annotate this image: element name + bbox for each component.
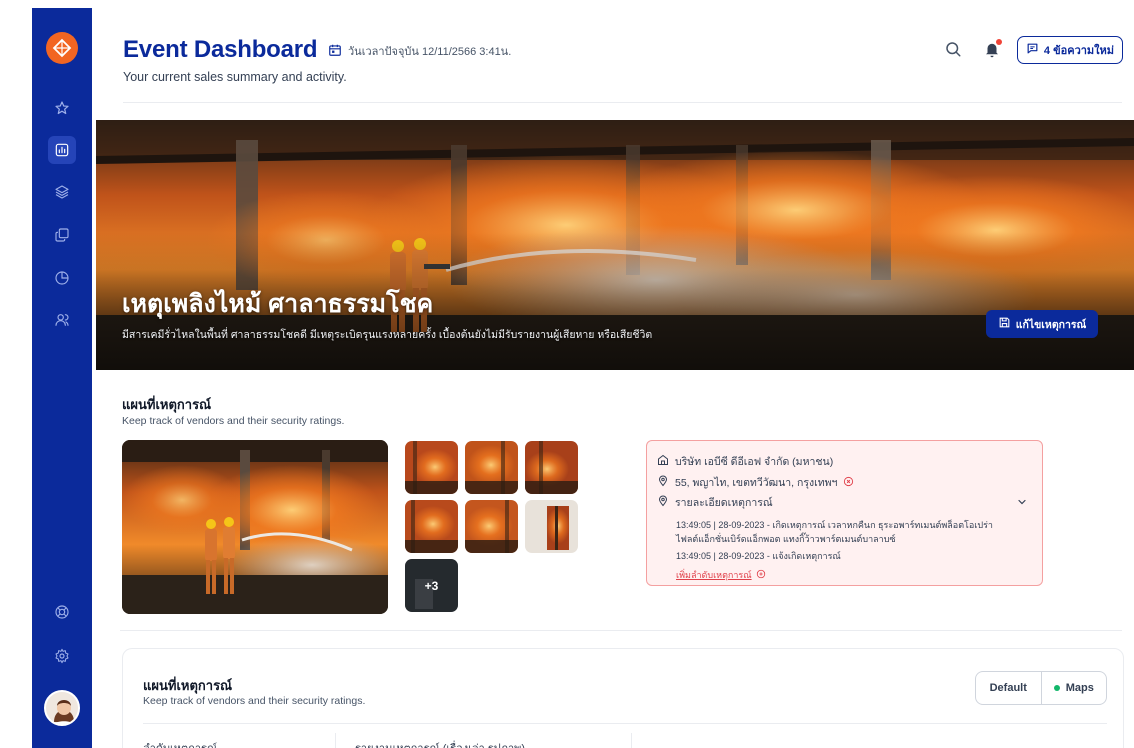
- building-icon: [657, 454, 669, 469]
- column-separator: [335, 733, 336, 748]
- page-title: Event Dashboard: [123, 36, 318, 63]
- notification-bell-icon[interactable]: [981, 38, 1003, 60]
- sidebar: [32, 8, 92, 748]
- sidebar-settings-icon[interactable]: [48, 642, 76, 670]
- address-row: 55, พญาไท, เขตทวีวัฒนา, กรุงเทพฯ: [657, 474, 854, 491]
- event-log-entry: ไฟลต์แอ็กชั่นเบิร์ดแอ็กพอต แทงกิ๊ว้าวพาร…: [676, 534, 896, 544]
- page-subtitle: Your current sales summary and activity.: [123, 70, 347, 84]
- event-map-card-subtitle: Keep track of vendors and their security…: [143, 695, 366, 707]
- event-photo-thumbnail[interactable]: [405, 500, 458, 553]
- sidebar-life-buoy-icon[interactable]: [48, 598, 76, 626]
- default-view-button[interactable]: Default: [976, 672, 1041, 704]
- company-name: บริษัท เอบีซี ดีอีเอฟ จำกัด (มหาชน): [675, 456, 834, 468]
- event-photo-thumbnail[interactable]: [525, 500, 578, 553]
- column-separator: [631, 733, 632, 748]
- more-photos-thumbnail[interactable]: +3: [405, 559, 458, 612]
- search-icon[interactable]: [942, 38, 964, 60]
- sidebar-pie-chart-icon[interactable]: [48, 264, 76, 292]
- event-info-card: บริษัท เอบีซี ดีอีเอฟ จำกัด (มหาชน) 55, …: [646, 440, 1043, 586]
- map-section-title: แผนที่เหตุการณ์: [122, 397, 212, 412]
- maps-view-button[interactable]: Maps: [1040, 672, 1107, 704]
- edit-event-button[interactable]: แก้ไขเหตุการณ์: [986, 310, 1098, 338]
- event-photo-thumbnail[interactable]: [465, 500, 518, 553]
- event-log-entry: 13:49:05 | 28-09-2023 - แจ้งเกิดเหตุการณ…: [676, 551, 841, 561]
- chevron-down-icon[interactable]: [1016, 495, 1028, 513]
- event-photo-thumbnail[interactable]: [405, 441, 458, 494]
- sidebar-star-icon[interactable]: [48, 94, 76, 122]
- calendar-icon: [328, 43, 342, 60]
- add-circle-icon: [756, 569, 766, 581]
- notification-dot: [996, 39, 1002, 45]
- sidebar-copy-icon[interactable]: [48, 221, 76, 249]
- add-event-log-link[interactable]: เพิ่มลำดับเหตุการณ์: [676, 568, 766, 582]
- header-divider: [123, 102, 1122, 103]
- active-dot-icon: [1053, 685, 1060, 691]
- close-circle-icon[interactable]: [843, 476, 854, 490]
- new-messages-label: 4 ข้อความใหม่: [1043, 45, 1115, 57]
- event-address: 55, พญาไท, เขตทวีวัฒนา, กรุงเทพฯ: [675, 477, 838, 489]
- datetime-text: วันเวลาปัจจุบัน 12/11/2566 3:41น.: [348, 46, 512, 58]
- section-divider: [120, 630, 1122, 631]
- column-header: ลำดับเหตุการณ์: [143, 739, 217, 748]
- default-view-label: Default: [989, 682, 1027, 694]
- app-logo-icon[interactable]: [46, 32, 78, 64]
- save-icon: [998, 316, 1011, 332]
- current-datetime: วันเวลาปัจจุบัน 12/11/2566 3:41น.: [328, 42, 511, 60]
- more-photos-label: +3: [424, 578, 439, 593]
- hero-title: เหตุเพลิงไหม้ ศาลาธรรมโชค: [122, 290, 434, 318]
- view-toggle: Default Maps: [975, 671, 1107, 705]
- event-photo-thumbnail[interactable]: [525, 441, 578, 494]
- user-avatar[interactable]: [44, 690, 80, 726]
- maps-view-label: Maps: [1065, 682, 1094, 694]
- sidebar-layers-icon[interactable]: [48, 178, 76, 206]
- new-messages-button[interactable]: 4 ข้อความใหม่: [1017, 36, 1123, 64]
- event-main-photo[interactable]: [122, 440, 388, 614]
- details-row[interactable]: รายละเอียดเหตุการณ์: [657, 494, 773, 511]
- hero-subtitle: มีสารเคมีรั่วไหลในพื้นที่ ศาลาธรรมโชคดี …: [122, 329, 653, 341]
- edit-event-label: แก้ไขเหตุการณ์: [1015, 318, 1087, 331]
- event-log-entry: 13:49:05 | 28-09-2023 - เกิดเหตุการณ์ เว…: [676, 520, 993, 530]
- card-divider: [143, 723, 1107, 724]
- map-section-subtitle: Keep track of vendors and their security…: [122, 415, 345, 427]
- details-label: รายละเอียดเหตุการณ์: [675, 497, 773, 509]
- event-map-card: แผนที่เหตุการณ์ Keep track of vendors an…: [122, 648, 1124, 748]
- location-pin-icon: [657, 475, 669, 490]
- message-icon: [1026, 42, 1039, 58]
- location-pin-icon: [657, 495, 669, 510]
- event-map-card-title: แผนที่เหตุการณ์: [143, 678, 233, 693]
- sidebar-users-icon[interactable]: [48, 306, 76, 334]
- add-event-log-label: เพิ่มลำดับเหตุการณ์: [676, 570, 752, 580]
- company-row: บริษัท เอบีซี ดีอีเอฟ จำกัด (มหาชน): [657, 453, 833, 470]
- sidebar-chart-icon[interactable]: [48, 136, 76, 164]
- column-header: รายงานเหตุการณ์ (เรื่องเล่า รูปภาพ): [355, 739, 525, 748]
- event-photo-thumbnail[interactable]: [465, 441, 518, 494]
- hero-banner: เหตุเพลิงไหม้ ศาลาธรรมโชค มีสารเคมีรั่วไ…: [96, 120, 1134, 370]
